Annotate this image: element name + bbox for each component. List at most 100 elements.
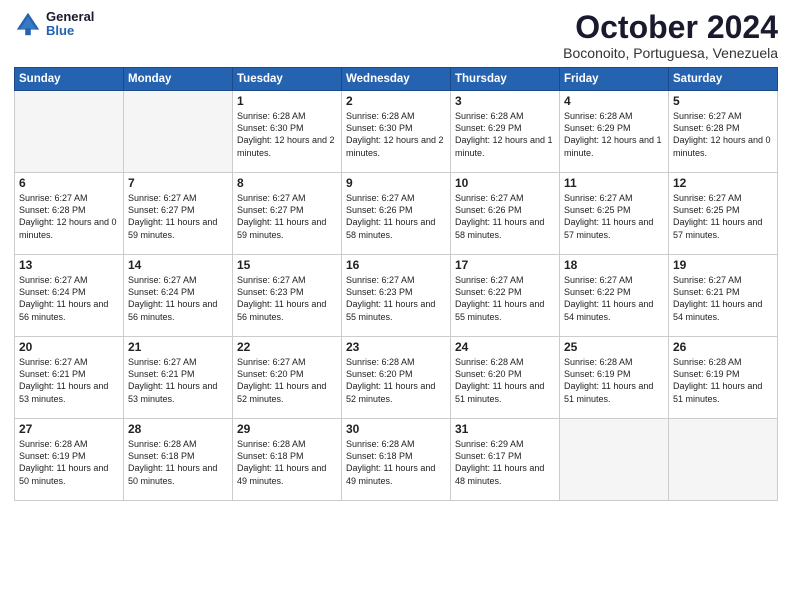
day-number: 4 <box>564 94 664 108</box>
calendar-cell <box>124 91 233 173</box>
cell-info: Sunrise: 6:27 AM Sunset: 6:22 PM Dayligh… <box>455 274 555 323</box>
calendar-cell: 18Sunrise: 6:27 AM Sunset: 6:22 PM Dayli… <box>560 255 669 337</box>
cell-info: Sunrise: 6:27 AM Sunset: 6:21 PM Dayligh… <box>19 356 119 405</box>
calendar-cell: 16 Sunrise: 6:27 AM Sunset: 6:23 PM Dayli… <box>342 255 451 337</box>
calendar-cell: 5 Sunrise: 6:27 AM Sunset: 6:28 PM Daylig… <box>669 91 778 173</box>
calendar-table: SundayMondayTuesdayWednesdayThursdayFrid… <box>14 67 778 501</box>
calendar-cell <box>560 419 669 501</box>
calendar-cell: 14 Sunrise: 6:27 AM Sunset: 6:24 PM Dayli… <box>124 255 233 337</box>
cell-info: Sunrise: 6:27 AM Sunset: 6:27 PM Dayligh… <box>237 192 337 241</box>
calendar-cell: 10 Sunrise: 6:27 AM Sunset: 6:26 PM Dayli… <box>451 173 560 255</box>
calendar-cell: 1 Sunrise: 6:28 AM Sunset: 6:30 PM Daylig… <box>233 91 342 173</box>
calendar-cell: 17Sunrise: 6:27 AM Sunset: 6:22 PM Dayli… <box>451 255 560 337</box>
calendar-cell: 4 Sunrise: 6:28 AM Sunset: 6:29 PM Daylig… <box>560 91 669 173</box>
cell-info: Sunrise: 6:27 AM Sunset: 6:24 PM Dayligh… <box>128 274 228 323</box>
day-number: 30 <box>346 422 446 436</box>
day-number: 13 <box>19 258 119 272</box>
day-number: 15 <box>237 258 337 272</box>
calendar-cell: 24Sunrise: 6:28 AM Sunset: 6:20 PM Dayli… <box>451 337 560 419</box>
cell-info: Sunrise: 6:28 AM Sunset: 6:30 PM Dayligh… <box>237 110 337 159</box>
calendar-cell: 26 Sunrise: 6:28 AM Sunset: 6:19 PM Dayli… <box>669 337 778 419</box>
header-row: SundayMondayTuesdayWednesdayThursdayFrid… <box>15 68 778 91</box>
cell-info: Sunrise: 6:27 AM Sunset: 6:28 PM Dayligh… <box>673 110 773 159</box>
cell-info: Sunrise: 6:28 AM Sunset: 6:18 PM Dayligh… <box>237 438 337 487</box>
cell-info: Sunrise: 6:29 AM Sunset: 6:17 PM Dayligh… <box>455 438 555 487</box>
calendar-cell: 19 Sunrise: 6:27 AM Sunset: 6:21 PM Dayli… <box>669 255 778 337</box>
header: General Blue October 2024 Boconoito, Por… <box>14 10 778 61</box>
cell-info: Sunrise: 6:28 AM Sunset: 6:18 PM Dayligh… <box>128 438 228 487</box>
cell-info: Sunrise: 6:27 AM Sunset: 6:21 PM Dayligh… <box>128 356 228 405</box>
day-number: 10 <box>455 176 555 190</box>
month-title: October 2024 <box>563 10 778 45</box>
day-header-wednesday: Wednesday <box>342 68 451 91</box>
calendar-cell: 7 Sunrise: 6:27 AM Sunset: 6:27 PM Daylig… <box>124 173 233 255</box>
calendar-cell: 8 Sunrise: 6:27 AM Sunset: 6:27 PM Daylig… <box>233 173 342 255</box>
cell-info: Sunrise: 6:27 AM Sunset: 6:27 PM Dayligh… <box>128 192 228 241</box>
logo-general: General <box>46 10 94 24</box>
cell-info: Sunrise: 6:28 AM Sunset: 6:20 PM Dayligh… <box>346 356 446 405</box>
week-row-4: 20 Sunrise: 6:27 AM Sunset: 6:21 PM Dayli… <box>15 337 778 419</box>
day-number: 23 <box>346 340 446 354</box>
day-number: 5 <box>673 94 773 108</box>
week-row-3: 13 Sunrise: 6:27 AM Sunset: 6:24 PM Dayli… <box>15 255 778 337</box>
calendar-cell: 21 Sunrise: 6:27 AM Sunset: 6:21 PM Dayli… <box>124 337 233 419</box>
cell-info: Sunrise: 6:28 AM Sunset: 6:30 PM Dayligh… <box>346 110 446 159</box>
day-number: 16 <box>346 258 446 272</box>
calendar-cell: 30 Sunrise: 6:28 AM Sunset: 6:18 PM Dayli… <box>342 419 451 501</box>
logo-icon <box>14 10 42 38</box>
subtitle: Boconoito, Portuguesa, Venezuela <box>563 45 778 61</box>
cell-info: Sunrise: 6:28 AM Sunset: 6:19 PM Dayligh… <box>673 356 773 405</box>
day-number: 9 <box>346 176 446 190</box>
cell-info: Sunrise: 6:27 AM Sunset: 6:26 PM Dayligh… <box>455 192 555 241</box>
calendar-cell <box>15 91 124 173</box>
calendar-cell: 6Sunrise: 6:27 AM Sunset: 6:28 PM Daylig… <box>15 173 124 255</box>
calendar-cell: 23 Sunrise: 6:28 AM Sunset: 6:20 PM Dayli… <box>342 337 451 419</box>
calendar-header: SundayMondayTuesdayWednesdayThursdayFrid… <box>15 68 778 91</box>
day-number: 29 <box>237 422 337 436</box>
cell-info: Sunrise: 6:28 AM Sunset: 6:29 PM Dayligh… <box>564 110 664 159</box>
calendar-cell: 27 Sunrise: 6:28 AM Sunset: 6:19 PM Dayli… <box>15 419 124 501</box>
week-row-5: 27 Sunrise: 6:28 AM Sunset: 6:19 PM Dayli… <box>15 419 778 501</box>
day-number: 27 <box>19 422 119 436</box>
cell-info: Sunrise: 6:28 AM Sunset: 6:19 PM Dayligh… <box>19 438 119 487</box>
cell-info: Sunrise: 6:27 AM Sunset: 6:22 PM Dayligh… <box>564 274 664 323</box>
day-number: 8 <box>237 176 337 190</box>
calendar-cell: 13 Sunrise: 6:27 AM Sunset: 6:24 PM Dayli… <box>15 255 124 337</box>
day-number: 14 <box>128 258 228 272</box>
cell-info: Sunrise: 6:27 AM Sunset: 6:25 PM Dayligh… <box>673 192 773 241</box>
day-number: 1 <box>237 94 337 108</box>
calendar-cell: 22Sunrise: 6:27 AM Sunset: 6:20 PM Dayli… <box>233 337 342 419</box>
day-number: 20 <box>19 340 119 354</box>
day-number: 26 <box>673 340 773 354</box>
day-number: 21 <box>128 340 228 354</box>
calendar-cell: 25 Sunrise: 6:28 AM Sunset: 6:19 PM Dayli… <box>560 337 669 419</box>
day-number: 22 <box>237 340 337 354</box>
logo: General Blue <box>14 10 94 39</box>
cell-info: Sunrise: 6:28 AM Sunset: 6:18 PM Dayligh… <box>346 438 446 487</box>
day-number: 25 <box>564 340 664 354</box>
day-number: 11 <box>564 176 664 190</box>
day-number: 3 <box>455 94 555 108</box>
day-header-monday: Monday <box>124 68 233 91</box>
cell-info: Sunrise: 6:28 AM Sunset: 6:19 PM Dayligh… <box>564 356 664 405</box>
calendar-cell <box>669 419 778 501</box>
week-row-1: 1 Sunrise: 6:28 AM Sunset: 6:30 PM Daylig… <box>15 91 778 173</box>
calendar-cell: 15 Sunrise: 6:27 AM Sunset: 6:23 PM Dayli… <box>233 255 342 337</box>
calendar-cell: 20 Sunrise: 6:27 AM Sunset: 6:21 PM Dayli… <box>15 337 124 419</box>
cell-info: Sunrise: 6:27 AM Sunset: 6:23 PM Dayligh… <box>237 274 337 323</box>
cell-info: Sunrise: 6:27 AM Sunset: 6:21 PM Dayligh… <box>673 274 773 323</box>
week-row-2: 6Sunrise: 6:27 AM Sunset: 6:28 PM Daylig… <box>15 173 778 255</box>
cell-info: Sunrise: 6:27 AM Sunset: 6:24 PM Dayligh… <box>19 274 119 323</box>
cell-info: Sunrise: 6:28 AM Sunset: 6:29 PM Dayligh… <box>455 110 555 159</box>
day-number: 19 <box>673 258 773 272</box>
calendar-cell: 29 Sunrise: 6:28 AM Sunset: 6:18 PM Dayli… <box>233 419 342 501</box>
day-header-friday: Friday <box>560 68 669 91</box>
day-header-tuesday: Tuesday <box>233 68 342 91</box>
calendar-cell: 31Sunrise: 6:29 AM Sunset: 6:17 PM Dayli… <box>451 419 560 501</box>
logo-blue: Blue <box>46 24 94 38</box>
calendar-cell: 28Sunrise: 6:28 AM Sunset: 6:18 PM Dayli… <box>124 419 233 501</box>
cell-info: Sunrise: 6:27 AM Sunset: 6:23 PM Dayligh… <box>346 274 446 323</box>
cell-info: Sunrise: 6:28 AM Sunset: 6:20 PM Dayligh… <box>455 356 555 405</box>
day-header-sunday: Sunday <box>15 68 124 91</box>
day-number: 7 <box>128 176 228 190</box>
